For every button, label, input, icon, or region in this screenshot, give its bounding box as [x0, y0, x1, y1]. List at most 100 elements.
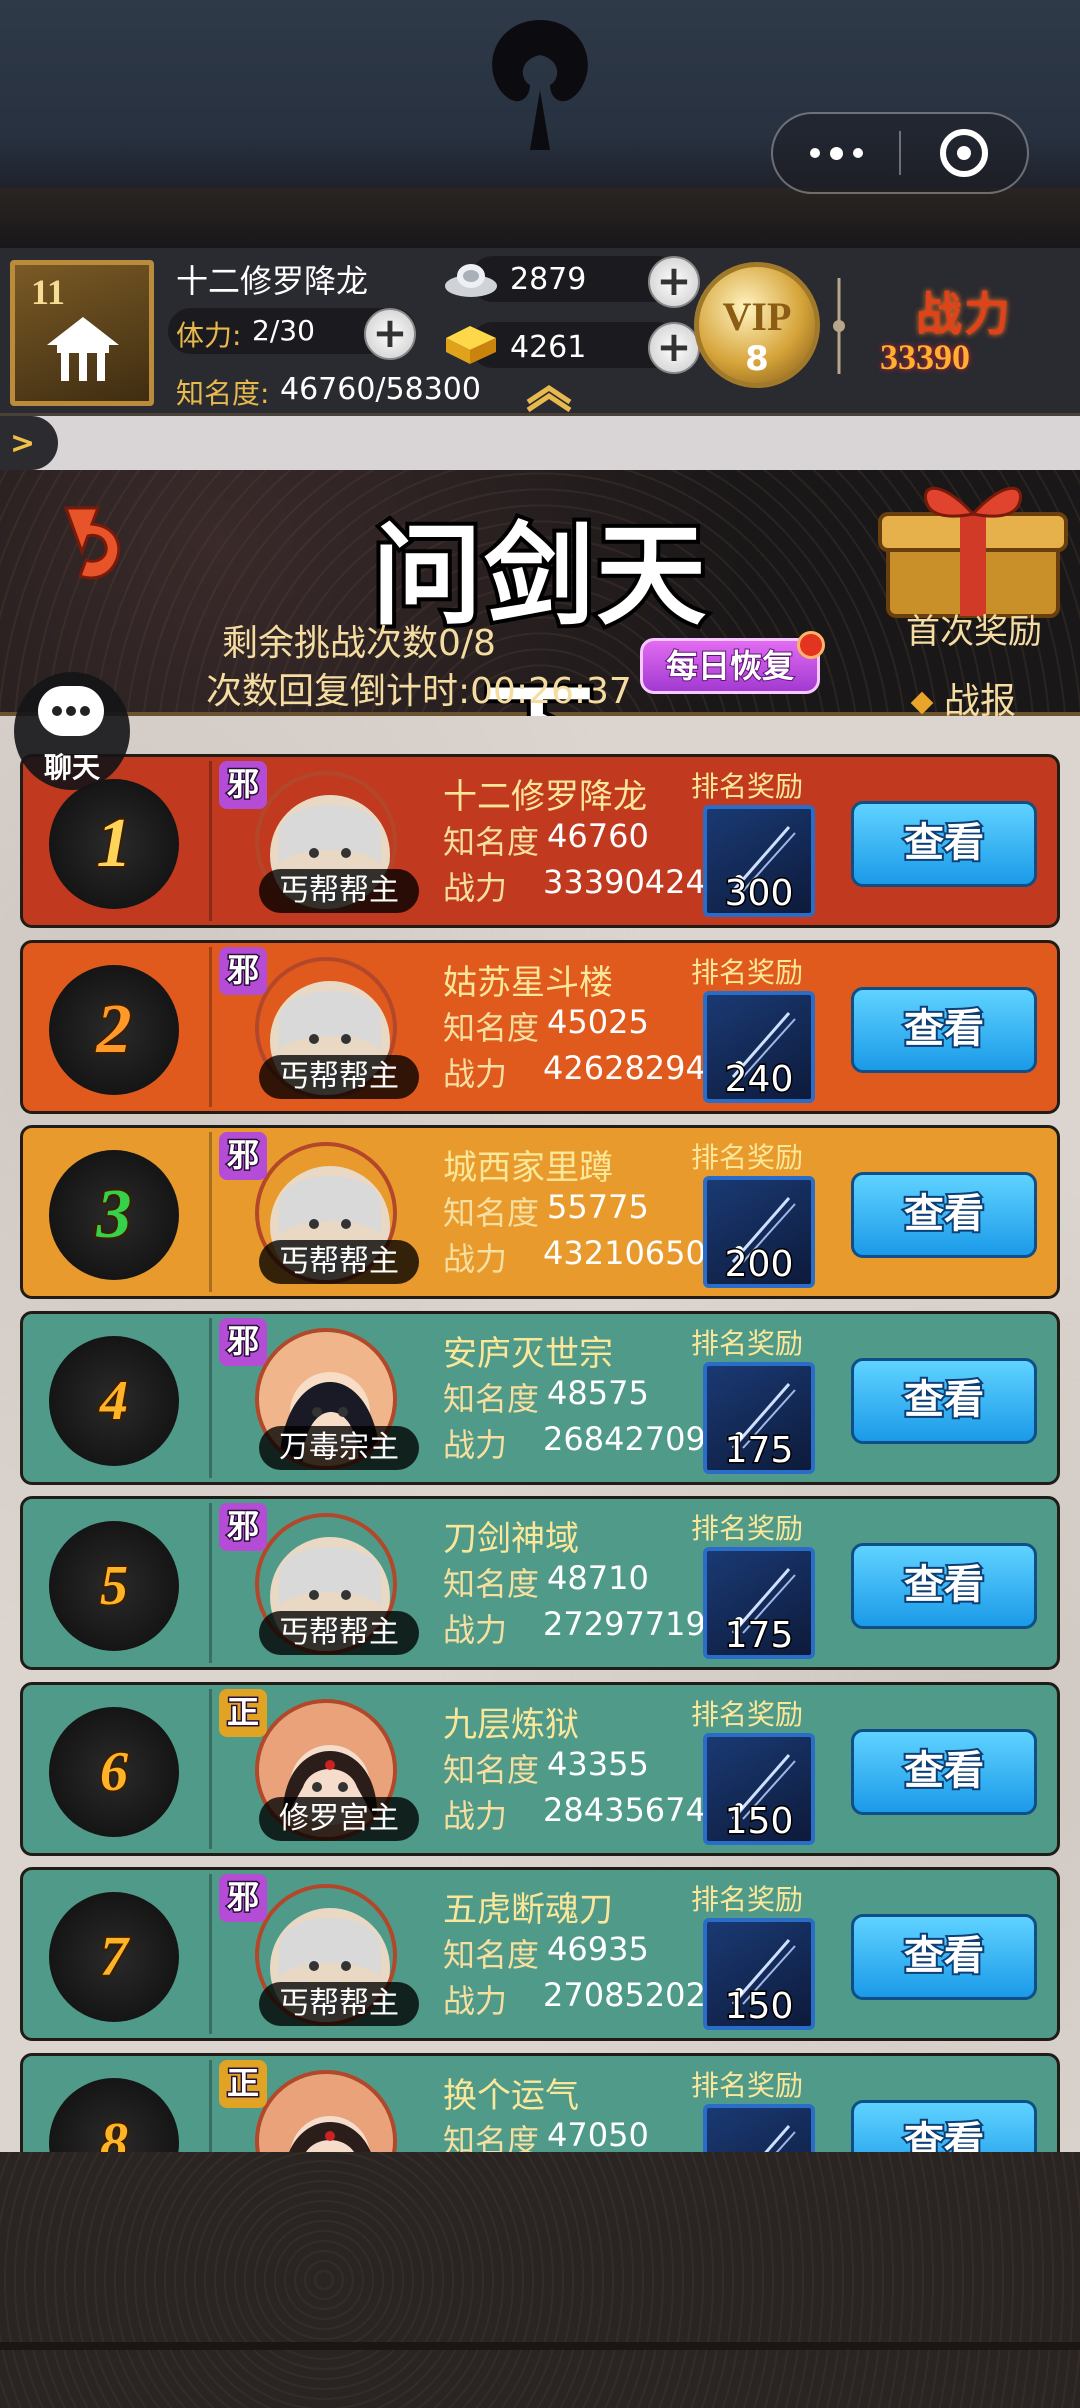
fame-label: 知名度 — [443, 1750, 540, 1789]
reward-amount: 150 — [723, 1985, 795, 2029]
faction-badge: 邪 — [219, 946, 267, 995]
row-divider — [209, 2059, 212, 2152]
close-circle-icon[interactable] — [901, 114, 1027, 192]
fame-label: 知名度: — [176, 377, 270, 410]
reward-label: 排名奖励 — [691, 955, 804, 989]
ranking-row[interactable]: 2 邪丐帮帮主 姑苏星斗楼 知名度 45025 战力 42628294 排名奖励 240 查看 — [20, 939, 1060, 1114]
first-reward-label[interactable]: 首次奖励 — [906, 604, 1042, 653]
power-label: 战力 — [443, 869, 508, 907]
power-value: 27085202 — [543, 1976, 706, 2014]
ranking-row[interactable]: 5 邪丐帮帮主 刀剑神域 知名度 48710 战力 27297719 排名奖励 175 查看 — [20, 1496, 1060, 1670]
reward-amount: 175 — [723, 1428, 795, 1472]
guild-name: 十二修罗降龙 — [443, 777, 647, 817]
fame-value: 48710 — [547, 1559, 649, 1597]
player-avatar[interactable]: 11 — [10, 260, 154, 406]
role-label: 万毒宗主 — [259, 1425, 419, 1470]
guild-name: 城西家里蹲 — [443, 1148, 613, 1188]
view-button[interactable]: 查看 — [851, 801, 1037, 887]
reward-amount: 150 — [723, 1799, 795, 1843]
add-stamina-plus-icon[interactable]: + — [364, 308, 416, 360]
ranking-row[interactable]: 3 邪丐帮帮主 城西家里蹲 知名度 55775 战力 43210650 排名奖励 200 查看 — [20, 1125, 1060, 1299]
sword-reward-icon[interactable] — [703, 2103, 815, 2152]
gift-chest-icon[interactable] — [868, 466, 1078, 620]
fame-label: 知名度 — [443, 1379, 540, 1418]
add-gold-plus-icon[interactable]: + — [648, 322, 700, 374]
row-divider — [209, 1874, 212, 2034]
power-label: 战力 — [443, 1240, 508, 1278]
rank-number: 1 — [95, 803, 134, 884]
ranking-row[interactable]: 8 正 换个运气 知名度 47050 排名奖励 查看 — [20, 2052, 1060, 2153]
rank-number: 5 — [98, 1553, 130, 1619]
guild-name: 姑苏星斗楼 — [443, 962, 613, 1003]
stamina-value: 2/30 — [252, 314, 315, 347]
role-label: 丐帮帮主 — [259, 1611, 419, 1655]
role-label: 丐帮帮主 — [259, 1054, 419, 1099]
faction-badge: 邪 — [219, 1874, 267, 1922]
view-button[interactable]: 查看 — [851, 1357, 1037, 1444]
fame-value: 45025 — [547, 1002, 649, 1041]
fame-value: 48575 — [547, 1373, 649, 1412]
ranking-row[interactable]: 6 正修罗宫主 九层炼狱 知名度 43355 战力 28435674 排名奖励 150 查看 — [20, 1681, 1060, 1856]
notification-dot — [797, 631, 825, 659]
faction-badge: 正 — [219, 2059, 267, 2108]
recovery-timer: 次数回复倒计时:00:26:37 — [206, 671, 632, 712]
reward-amount: 175 — [723, 1614, 795, 1658]
fame-value: 43355 — [547, 1744, 649, 1783]
role-label: 丐帮帮主 — [259, 1240, 419, 1284]
ranking-row[interactable]: 7 邪丐帮帮主 五虎断魂刀 知名度 46935 战力 27085202 排名奖励 150 查看 — [20, 1867, 1060, 2041]
grey-strip — [0, 416, 1080, 470]
fame-label: 知名度 — [443, 1194, 540, 1232]
power-label: 战力 — [443, 1611, 508, 1649]
expand-panel-button[interactable]: > — [0, 416, 58, 470]
power-label: 战力 — [443, 1796, 508, 1835]
view-button[interactable]: 查看 — [851, 986, 1037, 1073]
faction-badge: 正 — [219, 1688, 267, 1737]
more-dots-icon[interactable] — [773, 114, 899, 192]
daily-restore-button[interactable]: 每日恢复 — [640, 631, 825, 694]
view-button[interactable]: 查看 — [851, 2099, 1037, 2152]
faction-badge: 邪 — [219, 1132, 267, 1180]
reward-label: 排名奖励 — [691, 1883, 804, 1916]
view-button[interactable]: 查看 — [851, 1914, 1037, 2000]
chat-bubble-icon — [38, 686, 104, 736]
player-level: 11 — [31, 272, 66, 312]
guild-name: 刀剑神域 — [443, 1519, 579, 1559]
ranking-row[interactable]: 1 邪丐帮帮主 十二修罗降龙 知名度 46760 战力 33390424 排名奖励 300 查看 — [20, 754, 1060, 928]
miniprogram-capsule — [771, 112, 1029, 194]
ranking-list[interactable]: 1 邪丐帮帮主 十二修罗降龙 知名度 46760 战力 33390424 排名奖励 300 查看 2… — [0, 716, 1080, 2152]
pavilion-icon — [47, 317, 119, 381]
reward-label: 排名奖励 — [691, 1697, 804, 1731]
ranking-row[interactable]: 4 邪万毒宗主 安庐灭世宗 知名度 48575 战力 26842709 排名奖励 175 查看 — [20, 1310, 1060, 1485]
rank-number: 6 — [98, 1739, 130, 1805]
power-value: 33390 — [880, 337, 970, 377]
row-divider — [209, 1688, 212, 1849]
power-value: 43210650 — [543, 1234, 706, 1272]
fame-value: 46935 — [547, 1930, 649, 1968]
fame-value: 46760 — [547, 817, 649, 855]
guild-name: 换个运气 — [443, 2075, 579, 2116]
chat-label: 聊天 — [43, 751, 100, 784]
view-button[interactable]: 查看 — [851, 1543, 1037, 1629]
vip-badge[interactable]: VIP 8 — [694, 262, 820, 388]
add-silver-plus-icon[interactable]: + — [648, 256, 700, 308]
guild-name: 九层炼狱 — [443, 1704, 579, 1745]
row-divider — [209, 1503, 212, 1663]
rank-number: 8 — [98, 2110, 130, 2153]
view-button[interactable]: 查看 — [851, 1172, 1037, 1258]
chevron-right-icon: > — [10, 426, 36, 461]
chat-button[interactable]: 聊天 — [14, 672, 130, 790]
collapse-chevron-icon[interactable] — [524, 382, 574, 412]
power-label: 战力 — [916, 287, 1012, 341]
vip-text: VIP — [722, 294, 792, 339]
fame-value: 47050 — [547, 2115, 649, 2153]
fame-label: 知名度 — [443, 823, 540, 861]
faction-badge: 邪 — [219, 1503, 267, 1551]
reward-amount: 200 — [723, 1243, 795, 1287]
power-label: 战力 — [443, 1982, 508, 2020]
silver-ingot-icon — [445, 264, 497, 297]
back-arrow-icon[interactable] — [52, 498, 132, 582]
view-button[interactable]: 查看 — [851, 1728, 1037, 1815]
guild-name: 安庐灭世宗 — [443, 1333, 613, 1374]
power-value: 27297719 — [543, 1605, 706, 1643]
rank-number: 2 — [95, 989, 134, 1070]
